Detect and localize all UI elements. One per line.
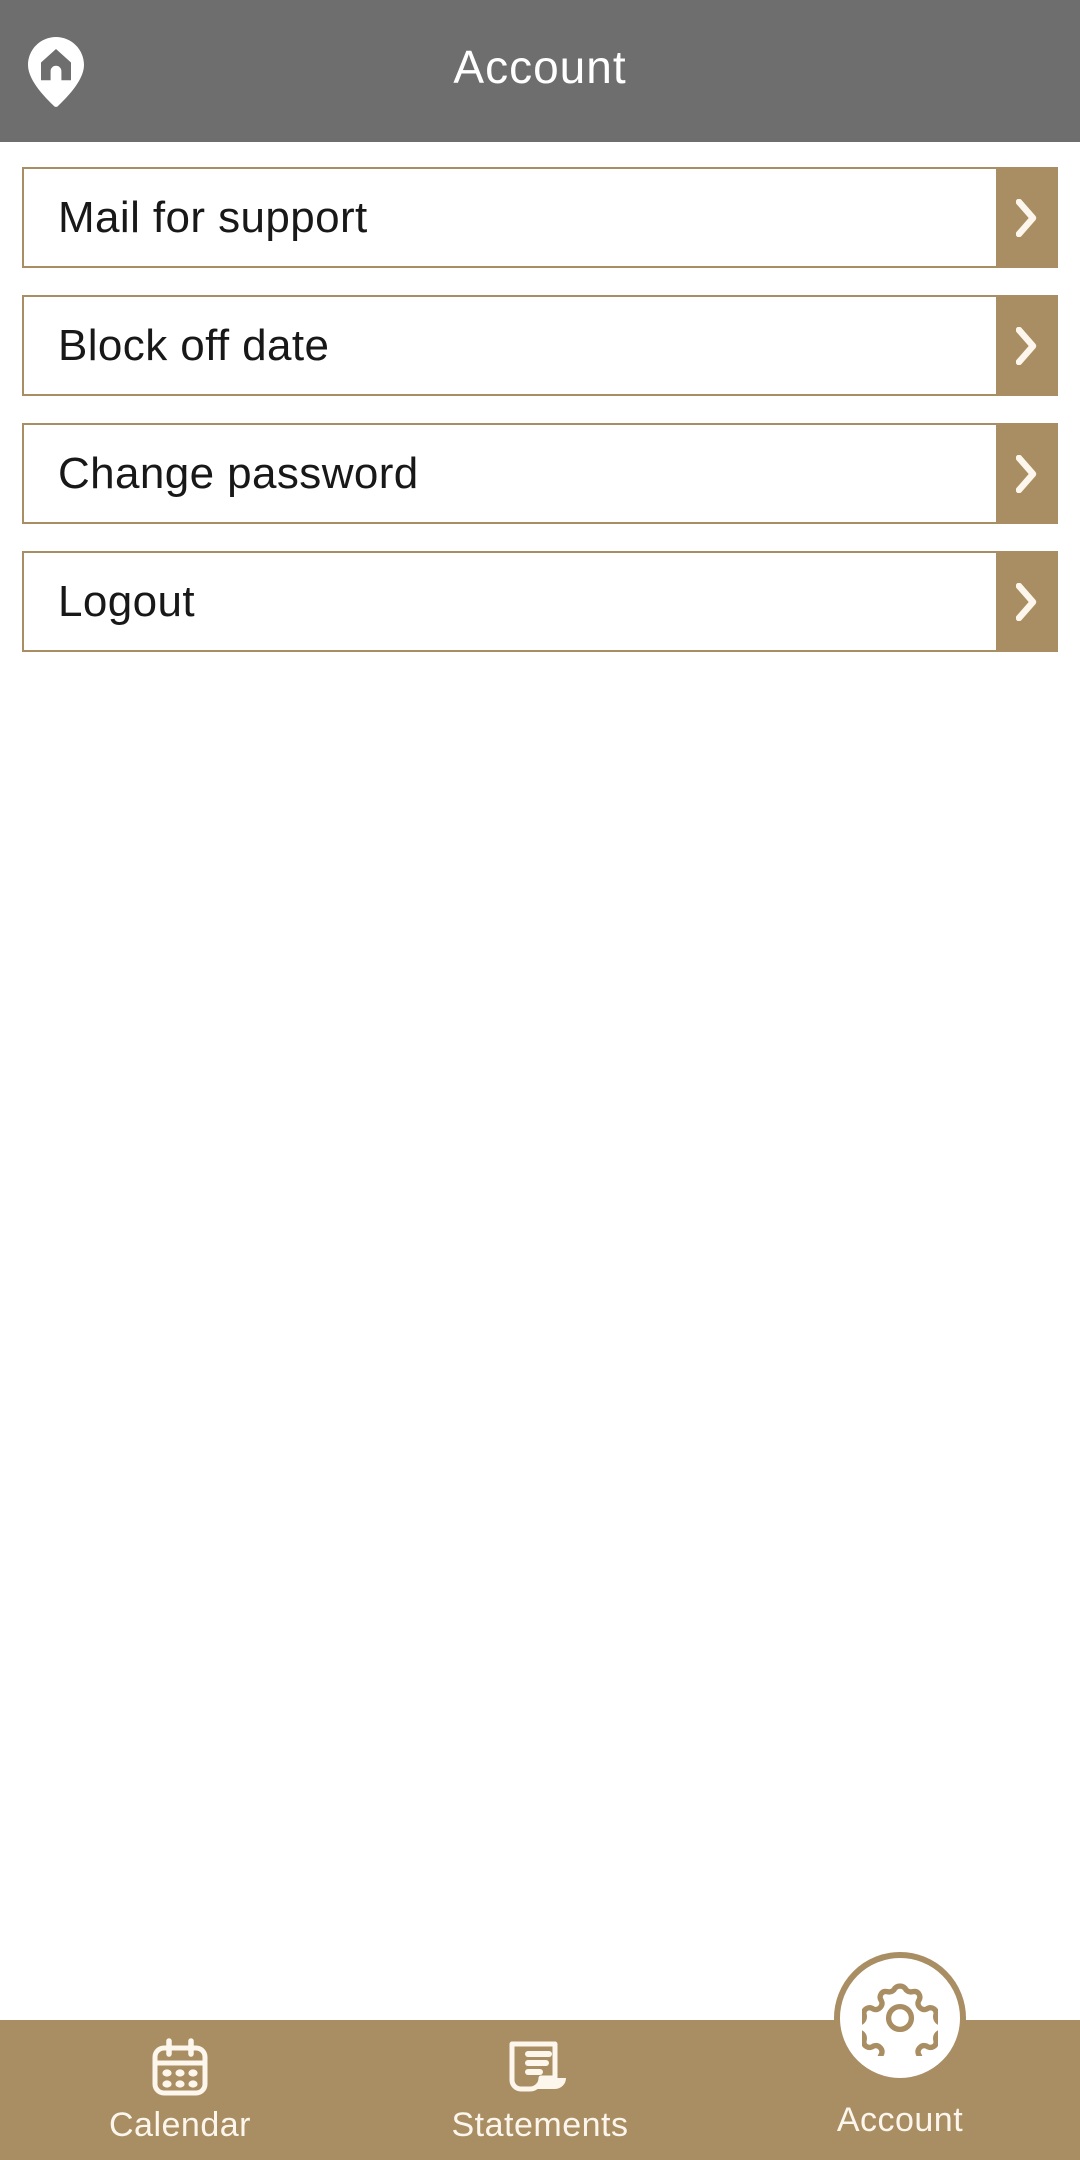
chevron-right-icon bbox=[1016, 582, 1037, 621]
nav-item-label: Calendar bbox=[109, 2106, 251, 2144]
list-item-label: Change password bbox=[58, 448, 419, 498]
chevron-right-icon bbox=[1016, 454, 1037, 493]
nav-item-calendar[interactable]: Calendar bbox=[0, 2020, 360, 2160]
bottom-navigation-bar: Calendar Statements Account bbox=[0, 1952, 1080, 2160]
list-item[interactable]: Change password bbox=[22, 423, 1058, 524]
list-item-label: Mail for support bbox=[58, 192, 368, 242]
list-item-arrow-button[interactable] bbox=[996, 551, 1058, 652]
list-item[interactable]: Mail for support bbox=[22, 167, 1058, 268]
list-item[interactable]: Block off date bbox=[22, 295, 1058, 396]
list-item-body[interactable]: Change password bbox=[22, 423, 996, 524]
gear-icon bbox=[834, 1952, 966, 2084]
page-title: Account bbox=[453, 41, 627, 93]
nav-item-label: Account bbox=[836, 2101, 964, 2139]
list-item-label: Block off date bbox=[58, 320, 330, 370]
app-header: Account bbox=[0, 0, 1080, 142]
calendar-icon bbox=[148, 2036, 212, 2100]
account-menu-list: Mail for support Block off date Change p… bbox=[0, 167, 1080, 679]
list-item-arrow-button[interactable] bbox=[996, 295, 1058, 396]
list-item-body[interactable]: Block off date bbox=[22, 295, 996, 396]
list-item-body[interactable]: Logout bbox=[22, 551, 996, 652]
receipt-icon bbox=[508, 2036, 572, 2100]
list-item-label: Logout bbox=[58, 576, 195, 626]
list-item-arrow-button[interactable] bbox=[996, 167, 1058, 268]
nav-item-statements[interactable]: Statements bbox=[360, 2020, 720, 2160]
nav-item-account[interactable]: Account bbox=[720, 1952, 1080, 2160]
chevron-right-icon bbox=[1016, 326, 1037, 365]
nav-item-label: Statements bbox=[451, 2106, 629, 2144]
chevron-right-icon bbox=[1016, 198, 1037, 237]
list-item-arrow-button[interactable] bbox=[996, 423, 1058, 524]
list-item[interactable]: Logout bbox=[22, 551, 1058, 652]
list-item-body[interactable]: Mail for support bbox=[22, 167, 996, 268]
